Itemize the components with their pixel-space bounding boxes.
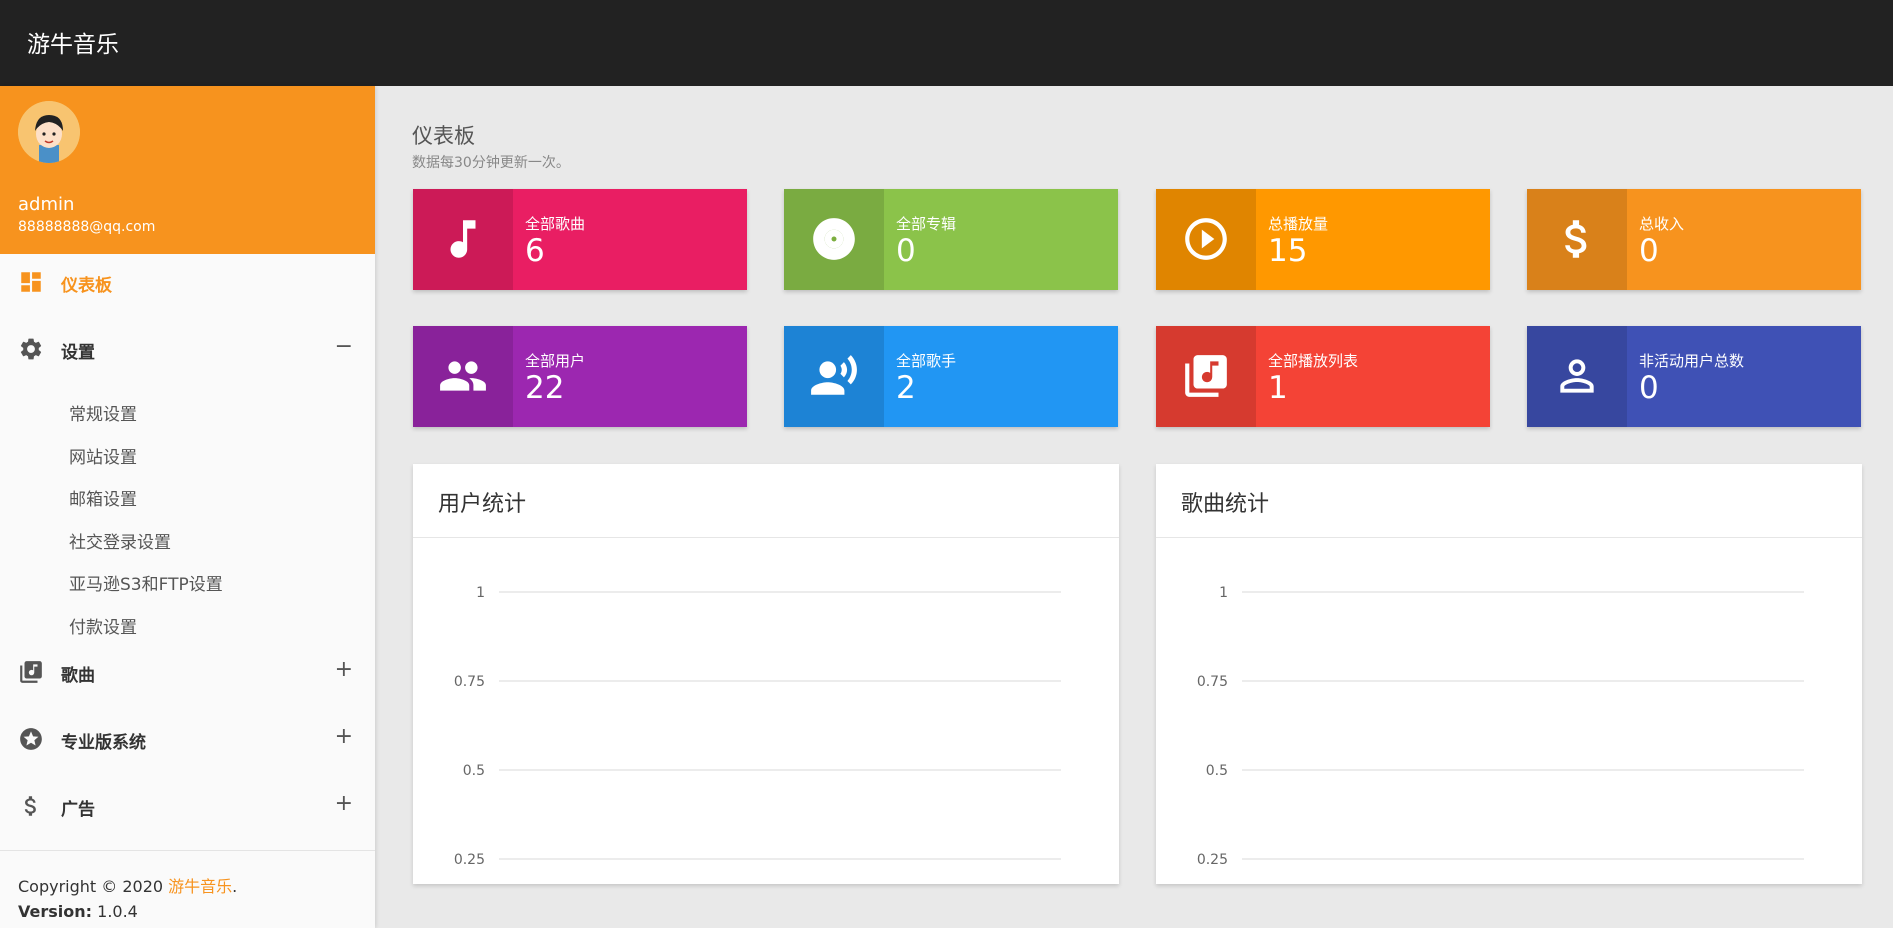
sidebar-footer: Copyright © 2020 游牛音乐. Version: 1.0.4: [0, 850, 375, 928]
person-outline-icon: [1527, 326, 1627, 427]
stat-label: 非活动用户总数: [1639, 352, 1745, 370]
stat-label: 全部播放列表: [1268, 352, 1359, 370]
dollar-icon: [1527, 189, 1627, 290]
avatar[interactable]: [18, 101, 80, 163]
main-content: 仪表板 数据每30分钟更新一次。 全部歌曲 6 全部专辑 0 总播放量 15 总…: [375, 86, 1893, 928]
gear-icon: [18, 336, 44, 362]
y-tick-label: 0.5: [463, 763, 485, 779]
y-tick-label: 0.25: [454, 852, 485, 868]
sidebar-item-settings[interactable]: 设置 −: [0, 324, 375, 374]
version: Version: 1.0.4: [18, 902, 138, 921]
stat-card-albums[interactable]: 全部专辑 0: [784, 189, 1118, 290]
copyright-suffix: .: [232, 877, 238, 896]
stat-value: 0: [896, 233, 916, 269]
page-title: 仪表板: [412, 124, 475, 148]
expand-icon[interactable]: +: [335, 791, 353, 816]
copyright: Copyright © 2020 游牛音乐.: [18, 873, 237, 897]
dollar-icon: [18, 793, 44, 819]
stat-card-users[interactable]: 全部用户 22: [413, 326, 747, 427]
playlist-icon: [1156, 326, 1256, 427]
sidebar-subitem-website[interactable]: 网站设置: [69, 443, 137, 468]
sidebar-item-label: 设置: [61, 343, 95, 363]
stat-value: 0: [1639, 370, 1659, 406]
stat-label: 全部歌曲: [525, 215, 586, 233]
panel-header: 用户统计: [413, 464, 1119, 538]
play-circle-icon: [1156, 189, 1256, 290]
y-tick-label: 1: [476, 585, 485, 601]
stat-value: 2: [896, 370, 916, 406]
stat-value: 15: [1268, 233, 1308, 269]
sidebar-item-ads[interactable]: 广告 +: [0, 781, 375, 831]
stat-value: 22: [525, 370, 565, 406]
user-stats-panel: 用户统计 1 0.75 0.5 0.25: [413, 464, 1119, 884]
copyright-text: Copyright © 2020: [18, 877, 169, 896]
sidebar-item-label: 广告: [61, 800, 95, 820]
stat-label: 全部专辑: [896, 215, 957, 233]
dashboard-icon: [18, 269, 44, 295]
stat-value: 0: [1639, 233, 1659, 269]
sidebar-subitem-social-login[interactable]: 社交登录设置: [69, 528, 171, 553]
user-name: admin: [18, 194, 75, 215]
sidebar-item-dashboard[interactable]: 仪表板: [0, 257, 375, 307]
stat-card-singers[interactable]: 全部歌手 2: [784, 326, 1118, 427]
sidebar-item-songs[interactable]: 歌曲 +: [0, 647, 375, 697]
brand-logo-text[interactable]: 游牛音乐: [27, 25, 119, 59]
collapse-icon[interactable]: −: [335, 334, 353, 359]
stat-label: 总播放量: [1268, 215, 1329, 233]
stat-value: 1: [1268, 370, 1288, 406]
version-value: 1.0.4: [92, 902, 138, 921]
library-music-icon: [18, 659, 44, 685]
y-tick-label: 0.25: [1197, 852, 1228, 868]
stat-card-playlists[interactable]: 全部播放列表 1: [1156, 326, 1490, 427]
user-info: admin 88888888@qq.com: [0, 86, 375, 254]
song-stats-chart: 1 0.75 0.5 0.25: [1197, 585, 1804, 868]
y-tick-label: 0.5: [1206, 763, 1228, 779]
panel-title: 用户统计: [438, 492, 527, 517]
people-icon: [413, 326, 513, 427]
user-stats-chart: 1 0.75 0.5 0.25: [454, 585, 1061, 868]
stat-label: 全部歌手: [896, 352, 957, 370]
copyright-link[interactable]: 游牛音乐: [168, 877, 232, 896]
sidebar-item-label: 歌曲: [61, 666, 95, 686]
sidebar-item-label: 专业版系统: [61, 733, 146, 753]
stat-card-inactive-users[interactable]: 非活动用户总数 0: [1527, 326, 1861, 427]
singer-icon: [784, 326, 884, 427]
expand-icon[interactable]: +: [335, 657, 353, 682]
y-tick-label: 1: [1219, 585, 1228, 601]
sidebar: admin 88888888@qq.com 仪表板 设置 − 常规设置 网站设置…: [0, 86, 375, 928]
music-note-icon: [413, 189, 513, 290]
stat-card-songs[interactable]: 全部歌曲 6: [413, 189, 747, 290]
version-label: Version:: [18, 902, 93, 921]
expand-icon[interactable]: +: [335, 724, 353, 749]
sidebar-item-label: 仪表板: [61, 276, 112, 296]
stat-label: 全部用户: [525, 352, 586, 370]
page-subtitle: 数据每30分钟更新一次。: [412, 155, 570, 171]
y-tick-label: 0.75: [454, 674, 485, 690]
panel-header: 歌曲统计: [1156, 464, 1862, 538]
song-stats-panel: 歌曲统计 1 0.75 0.5 0.25: [1156, 464, 1862, 884]
top-bar: 游牛音乐: [0, 0, 1893, 86]
stat-card-plays[interactable]: 总播放量 15: [1156, 189, 1490, 290]
sidebar-subitem-general[interactable]: 常规设置: [69, 400, 137, 425]
sidebar-item-pro[interactable]: 专业版系统 +: [0, 714, 375, 764]
star-badge-icon: [18, 726, 44, 752]
stat-label: 总收入: [1639, 215, 1685, 233]
panel-title: 歌曲统计: [1181, 492, 1270, 517]
y-tick-label: 0.75: [1197, 674, 1228, 690]
sidebar-subitem-s3-ftp[interactable]: 亚马逊S3和FTP设置: [69, 570, 223, 595]
stat-value: 6: [525, 233, 545, 269]
sidebar-subitem-email[interactable]: 邮箱设置: [69, 485, 137, 510]
stat-card-revenue[interactable]: 总收入 0: [1527, 189, 1861, 290]
sidebar-subitem-payment[interactable]: 付款设置: [69, 613, 137, 638]
album-icon: [784, 189, 884, 290]
user-email: 88888888@qq.com: [18, 219, 156, 235]
